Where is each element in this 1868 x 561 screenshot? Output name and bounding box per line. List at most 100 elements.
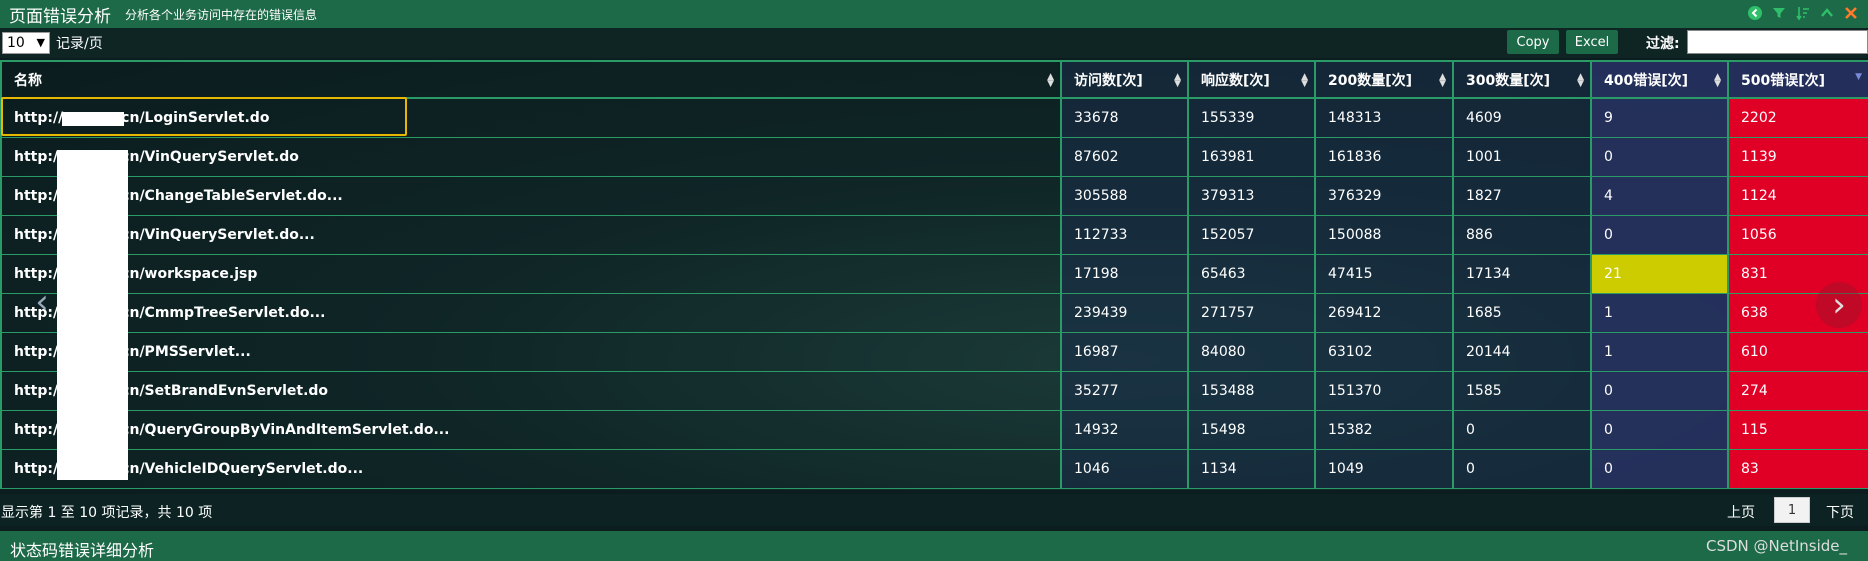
sort-icon: ▲ ▼ — [1301, 72, 1308, 89]
row-responses-cell: 1134 — [1189, 450, 1316, 489]
next-page-button[interactable]: 下页 — [1826, 502, 1854, 522]
row-500-cell: 1056 — [1729, 216, 1868, 255]
row-name-cell[interactable]: http:// n.com.cn/QueryGroupByVinAndItemS… — [0, 411, 1062, 450]
row-500-cell: 83 — [1729, 450, 1868, 489]
column-header-responses[interactable]: 响应数[次] ▲ ▼ — [1189, 60, 1316, 99]
column-header-500[interactable]: 500错误[次] ▼ — [1729, 60, 1868, 99]
row-300-cell: 886 — [1454, 216, 1592, 255]
panel-subtitle: 分析各个业务访问中存在的错误信息 — [125, 7, 318, 22]
row-400-cell: 1 — [1592, 294, 1729, 333]
row-name-cell[interactable]: http:// n.com.cn/VehicleIDQueryServlet.d… — [0, 450, 1062, 489]
row-300-cell: 1685 — [1454, 294, 1592, 333]
record-count-info: 显示第 1 至 10 项记录，共 10 项 — [1, 505, 213, 521]
sort-icon: ▲ ▼ — [1174, 72, 1181, 89]
row-300-cell: 0 — [1454, 411, 1592, 450]
row-name-cell[interactable]: http:// n.com.cn/VinQueryServlet.do... — [0, 216, 1062, 255]
prev-page-button[interactable]: 上页 — [1727, 502, 1755, 522]
column-header-visits[interactable]: 访问数[次] ▲ ▼ — [1062, 60, 1189, 99]
column-header-400[interactable]: 400错误[次] ▲ ▼ — [1592, 60, 1729, 99]
row-400-cell: 0 — [1592, 216, 1729, 255]
panel-title: 页面错误分析 — [9, 6, 111, 27]
carousel-prev-button[interactable]: ‹ — [20, 280, 64, 324]
row-200-cell: 376329 — [1316, 177, 1454, 216]
row-400-cell: 21 — [1592, 255, 1729, 294]
row-responses-cell: 84080 — [1189, 333, 1316, 372]
chevron-down-icon: ▼ — [36, 36, 45, 49]
row-responses-cell: 65463 — [1189, 255, 1316, 294]
sort-icon: ▲ ▼ — [1439, 72, 1446, 89]
row-visits-cell: 16987 — [1062, 333, 1189, 372]
table-row[interactable]: http:// n.com.cn/ChangeTableServlet.do..… — [0, 177, 1868, 216]
chevron-left-icon: ‹ — [35, 282, 49, 322]
current-page-button[interactable]: 1 — [1774, 497, 1810, 523]
row-400-cell: 9 — [1592, 99, 1729, 138]
header-tools — [1746, 4, 1860, 22]
page-size-select[interactable]: 10 ▼ — [2, 32, 50, 54]
row-name-cell[interactable]: http:// n.com.cn/ChangeTableServlet.do..… — [0, 177, 1062, 216]
row-visits-cell: 14932 — [1062, 411, 1189, 450]
chevron-right-icon: › — [1832, 285, 1846, 325]
next-panel-title: 状态码错误详细分析 — [10, 541, 155, 560]
row-200-cell: 269412 — [1316, 294, 1454, 333]
records-per-page-label: 记录/页 — [56, 36, 103, 52]
row-400-cell: 1 — [1592, 333, 1729, 372]
filter-label: 过滤: — [1646, 36, 1680, 52]
row-200-cell: 15382 — [1316, 411, 1454, 450]
column-header-name[interactable]: 名称 ▲ ▼ — [0, 60, 1062, 99]
row-name-cell[interactable]: http:// n.com.cn/workspace.jsp — [0, 255, 1062, 294]
carousel-next-button[interactable]: › — [1816, 282, 1862, 328]
sort-icon: ▲ ▼ — [1047, 72, 1054, 89]
row-visits-cell: 33678 — [1062, 99, 1189, 138]
row-name-cell[interactable]: http:// n.com.cn/CmmpTreeServlet.do... — [0, 294, 1062, 333]
copy-button[interactable]: Copy — [1507, 30, 1559, 54]
close-icon[interactable] — [1842, 4, 1860, 22]
sort-icon: ▲ ▼ — [1714, 72, 1721, 89]
row-visits-cell: 35277 — [1062, 372, 1189, 411]
redaction-block — [57, 150, 128, 480]
row-200-cell: 63102 — [1316, 333, 1454, 372]
table-footer: 显示第 1 至 10 项记录，共 10 项 上页 1 下页 — [0, 494, 1868, 526]
table-row[interactable]: http:// n.com.cn/QueryGroupByVinAndItemS… — [0, 411, 1868, 450]
row-200-cell: 151370 — [1316, 372, 1454, 411]
row-300-cell: 20144 — [1454, 333, 1592, 372]
row-name-cell[interactable]: http:// n.com.cn/PMSServlet... — [0, 333, 1062, 372]
row-500-cell: 2202 — [1729, 99, 1868, 138]
row-visits-cell: 1046 — [1062, 450, 1189, 489]
column-header-300[interactable]: 300数量[次] ▲ ▼ — [1454, 60, 1592, 99]
row-400-cell: 0 — [1592, 372, 1729, 411]
row-300-cell: 4609 — [1454, 99, 1592, 138]
table-row[interactable]: http:// n.com.cn/CmmpTreeServlet.do... 23… — [0, 294, 1868, 333]
row-400-cell: 0 — [1592, 138, 1729, 177]
row-200-cell: 161836 — [1316, 138, 1454, 177]
table-row[interactable]: http:// n.com.cn/PMSServlet... 16987 84080… — [0, 333, 1868, 372]
row-400-cell: 0 — [1592, 411, 1729, 450]
sort-icon[interactable] — [1794, 4, 1812, 22]
row-name-cell[interactable]: http:// n.com.cn/VinQueryServlet.do — [0, 138, 1062, 177]
table-header-row: 名称 ▲ ▼ 访问数[次] ▲ ▼ 响应数[次] ▲ ▼ 200数量[次] ▲ ▼ 300数量[… — [0, 60, 1868, 99]
row-responses-cell: 271757 — [1189, 294, 1316, 333]
table-row[interactable]: http:// n.com.cn/workspace.jsp 17198 65463… — [0, 255, 1868, 294]
row-300-cell: 1001 — [1454, 138, 1592, 177]
row-500-cell: 115 — [1729, 411, 1868, 450]
row-responses-cell: 152057 — [1189, 216, 1316, 255]
redaction-block — [62, 112, 124, 126]
filter-icon[interactable] — [1770, 4, 1788, 22]
table-row[interactable]: http:// n.com.cn/VinQueryServlet.do 87602… — [0, 138, 1868, 177]
row-responses-cell: 153488 — [1189, 372, 1316, 411]
table-row[interactable]: http:// n.com.cn/SetBrandEvnServlet.do 35… — [0, 372, 1868, 411]
sort-icon: ▲ ▼ — [1577, 72, 1584, 89]
row-500-cell: 610 — [1729, 333, 1868, 372]
watermark: CSDN @NetInside_ — [1706, 537, 1848, 555]
row-300-cell: 17134 — [1454, 255, 1592, 294]
back-icon[interactable] — [1746, 4, 1764, 22]
table-row[interactable]: http:// n.com.cn/VehicleIDQueryServlet.d… — [0, 450, 1868, 489]
column-header-200[interactable]: 200数量[次] ▲ ▼ — [1316, 60, 1454, 99]
table-row[interactable]: http:// n.com.cn/VinQueryServlet.do... 11… — [0, 216, 1868, 255]
collapse-icon[interactable] — [1818, 4, 1836, 22]
excel-button[interactable]: Excel — [1566, 30, 1618, 54]
filter-input[interactable] — [1687, 30, 1868, 54]
panel-header: 页面错误分析 分析各个业务访问中存在的错误信息 — [0, 0, 1868, 28]
row-500-cell: 1139 — [1729, 138, 1868, 177]
row-name-cell[interactable]: http:// n.com.cn/SetBrandEvnServlet.do — [0, 372, 1062, 411]
row-300-cell: 1585 — [1454, 372, 1592, 411]
